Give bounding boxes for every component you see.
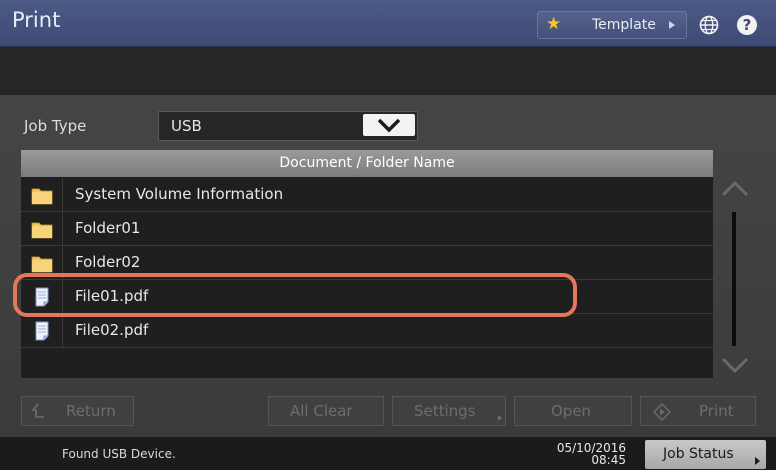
template-label: Template bbox=[592, 17, 656, 33]
return-label: Return bbox=[66, 402, 116, 420]
job-status-label: Job Status bbox=[663, 446, 734, 462]
job-type-value: USB bbox=[171, 117, 202, 135]
open-button[interactable]: Open bbox=[514, 396, 632, 426]
job-type-select[interactable]: USB bbox=[158, 111, 418, 141]
title-bar: Print ★ Template ? bbox=[0, 0, 776, 47]
folder-icon bbox=[31, 184, 53, 206]
page-title: Print bbox=[12, 8, 61, 32]
all-clear-label: All Clear bbox=[290, 402, 353, 420]
chevron-down-icon bbox=[721, 357, 749, 374]
list-item[interactable]: File02.pdf bbox=[21, 314, 713, 348]
list-item[interactable]: Folder01 bbox=[21, 212, 713, 246]
document-list: Document / Folder Name System Volume Inf… bbox=[21, 150, 713, 378]
message-band bbox=[0, 47, 776, 95]
list-column-header: Document / Folder Name bbox=[21, 150, 713, 177]
list-item-name: Folder01 bbox=[75, 219, 141, 237]
chevron-right-icon bbox=[498, 415, 502, 421]
folder-icon bbox=[31, 218, 53, 240]
globe-icon[interactable] bbox=[699, 15, 719, 35]
settings-label: Settings bbox=[414, 402, 476, 420]
help-icon[interactable]: ? bbox=[737, 15, 757, 35]
scrollbar-track[interactable] bbox=[732, 212, 736, 346]
scroll-down-button[interactable] bbox=[719, 354, 751, 376]
list-item-name: System Volume Information bbox=[75, 185, 284, 203]
dropdown-button[interactable] bbox=[363, 114, 415, 136]
time-text: 08:45 bbox=[591, 453, 626, 467]
scroll-up-button[interactable] bbox=[719, 178, 751, 200]
list-item-name: File02.pdf bbox=[75, 321, 149, 339]
return-button[interactable]: Return bbox=[21, 396, 134, 426]
star-icon: ★ bbox=[546, 14, 562, 34]
chevron-up-icon bbox=[721, 180, 749, 197]
folder-icon bbox=[31, 252, 53, 274]
job-type-label: Job Type bbox=[24, 117, 87, 135]
selection-highlight bbox=[13, 273, 577, 317]
all-clear-button[interactable]: All Clear bbox=[268, 396, 384, 426]
list-item[interactable]: System Volume Information bbox=[21, 178, 713, 212]
list-item-name: Folder02 bbox=[75, 253, 141, 271]
job-status-button[interactable]: Job Status bbox=[645, 440, 766, 469]
print-label: Print bbox=[699, 402, 734, 420]
template-button[interactable]: ★ Template bbox=[537, 11, 687, 39]
chevron-right-icon bbox=[755, 457, 760, 465]
status-message: Found USB Device. bbox=[62, 447, 176, 461]
chevron-down-icon bbox=[377, 118, 401, 133]
date-time: 05/10/2016 08:45 bbox=[546, 442, 626, 466]
settings-button[interactable]: Settings bbox=[392, 396, 506, 426]
diamond-start-icon bbox=[653, 403, 671, 425]
document-icon bbox=[31, 320, 53, 342]
return-arrow-icon bbox=[30, 401, 46, 425]
print-button[interactable]: Print bbox=[640, 396, 756, 426]
chevron-right-icon bbox=[669, 21, 675, 29]
print-screen: Print ★ Template ? Job Type USB Document… bbox=[0, 0, 776, 470]
open-label: Open bbox=[551, 402, 592, 420]
